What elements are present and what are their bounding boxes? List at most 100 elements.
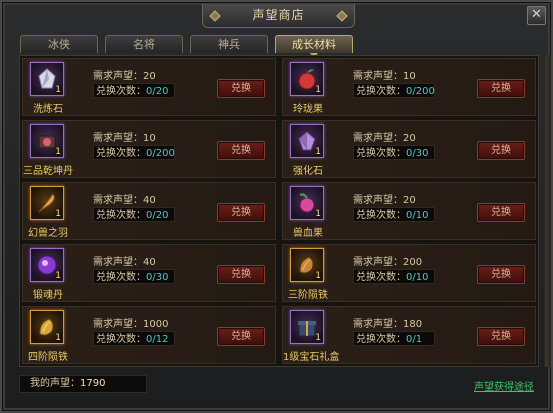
exchange-count: 兑换次数：0/30 [93, 269, 175, 284]
required-reputation-label: 需求声望： [93, 319, 143, 330]
exchange-count-value: 0/200 [146, 148, 175, 159]
exchange-count-value: 0/12 [146, 334, 169, 345]
exchange-count: 兑换次数：0/200 [93, 145, 175, 160]
exchange-button[interactable]: 兑换 [217, 79, 265, 98]
exchange-count-value: 0/1 [406, 334, 423, 345]
required-reputation-label: 需求声望： [93, 257, 143, 268]
exchange-count-label: 兑换次数： [356, 334, 406, 345]
window-title: 声望商店 [252, 8, 305, 22]
item-name: 三品乾坤丹 [23, 166, 73, 177]
item-slot[interactable]: 1 [30, 62, 64, 96]
exchange-count-box: 兑换次数：0/200 [93, 145, 175, 160]
exchange-count-box: 兑换次数：0/30 [93, 269, 175, 284]
item-slot[interactable]: 1 [30, 124, 64, 158]
item-name: 锻魂丹 [33, 290, 63, 301]
required-reputation: 需求声望：200 [353, 253, 422, 268]
exchange-count-label: 兑换次数： [96, 148, 146, 159]
exchange-count-value: 0/30 [146, 272, 169, 283]
exchange-count: 兑换次数：0/30 [353, 145, 435, 160]
exchange-count-value: 0/30 [406, 148, 429, 159]
scroll-thumb[interactable] [545, 55, 551, 367]
required-reputation-value: 40 [143, 195, 156, 206]
item-slot[interactable]: 1 [30, 248, 64, 282]
tab-growth-materials[interactable]: 成长材料 [275, 35, 353, 58]
required-reputation-value: 20 [143, 71, 156, 82]
scrollbar[interactable] [544, 55, 551, 367]
item-slot[interactable]: 1 [290, 248, 324, 282]
required-reputation-label: 需求声望： [353, 133, 403, 144]
exchange-count-value: 0/20 [146, 86, 169, 97]
exchange-count-box: 兑换次数：0/20 [93, 83, 175, 98]
exchange-button[interactable]: 兑换 [477, 265, 525, 284]
item-slot[interactable]: 1 [30, 310, 64, 344]
item-stack-count: 1 [55, 209, 61, 219]
item-name: 三阶陨铁 [288, 290, 328, 301]
title-ornament-right [336, 10, 348, 22]
item-name: 1级宝石礼盒 [283, 352, 340, 363]
item-row: 1 锻魂丹 需求声望：40 兑换次数：0/30 兑换 1 三阶陨铁 需求声望：200 兑换次数：… [20, 242, 538, 304]
tab-shenbing[interactable]: 神兵 [190, 35, 268, 53]
item-slot[interactable]: 1 [290, 310, 324, 344]
required-reputation-label: 需求声望： [353, 71, 403, 82]
shop-item-card: 1 三阶陨铁 需求声望：200 兑换次数：0/10 兑换 [282, 244, 536, 302]
item-stack-count: 1 [55, 333, 61, 343]
exchange-count-label: 兑换次数： [356, 210, 406, 221]
required-reputation-label: 需求声望： [353, 257, 403, 268]
exchange-count-box: 兑换次数：0/10 [353, 207, 435, 222]
exchange-count: 兑换次数：0/10 [353, 269, 435, 284]
exchange-button[interactable]: 兑换 [477, 141, 525, 160]
exchange-button[interactable]: 兑换 [477, 327, 525, 346]
required-reputation: 需求声望：180 [353, 315, 422, 330]
exchange-count-value: 0/20 [146, 210, 169, 221]
exchange-button[interactable]: 兑换 [477, 203, 525, 222]
required-reputation-label: 需求声望： [93, 71, 143, 82]
tab-mingjiang[interactable]: 名将 [105, 35, 183, 53]
reputation-source-link[interactable]: 声望获得途径 [474, 378, 534, 393]
item-slot[interactable]: 1 [290, 124, 324, 158]
exchange-count-label: 兑换次数： [96, 334, 146, 345]
required-reputation: 需求声望：20 [93, 67, 156, 82]
exchange-count-label: 兑换次数： [356, 86, 406, 97]
required-reputation-label: 需求声望： [93, 133, 143, 144]
exchange-count: 兑换次数：0/10 [353, 207, 435, 222]
item-stack-count: 1 [315, 147, 321, 157]
exchange-button[interactable]: 兑换 [217, 141, 265, 160]
required-reputation-value: 20 [403, 133, 416, 144]
shop-item-card: 1 幻兽之羽 需求声望：40 兑换次数：0/20 兑换 [22, 182, 276, 240]
item-row: 1 洗炼石 需求声望：20 兑换次数：0/20 兑换 1 玲珑果 需求声望：10 兑换次数：0/… [20, 56, 538, 118]
exchange-count-box: 兑换次数：0/12 [93, 331, 175, 346]
required-reputation-value: 10 [143, 133, 156, 144]
exchange-button[interactable]: 兑换 [217, 327, 265, 346]
shop-item-card: 1 洗炼石 需求声望：20 兑换次数：0/20 兑换 [22, 58, 276, 116]
exchange-count-box: 兑换次数：0/10 [353, 269, 435, 284]
exchange-button[interactable]: 兑换 [477, 79, 525, 98]
reputation-shop-window: 声望商店 ✕ 冰侠 名将 神兵 成长材料 1 洗炼石 需求声望：20 兑换次数：0/2… [0, 0, 553, 413]
item-slot[interactable]: 1 [30, 186, 64, 220]
tab-bar: 冰侠 名将 神兵 成长材料 [20, 35, 360, 58]
tab-bingxia[interactable]: 冰侠 [20, 35, 98, 53]
item-name: 玲珑果 [293, 104, 323, 115]
close-icon: ✕ [531, 7, 542, 22]
required-reputation-label: 需求声望： [93, 195, 143, 206]
item-row: 1 三品乾坤丹 需求声望：10 兑换次数：0/200 兑换 1 强化石 需求声望：20 兑换次数… [20, 118, 538, 180]
item-stack-count: 1 [55, 85, 61, 95]
required-reputation: 需求声望：20 [353, 129, 416, 144]
item-slot[interactable]: 1 [290, 186, 324, 220]
required-reputation: 需求声望：1000 [93, 315, 168, 330]
exchange-button[interactable]: 兑换 [217, 265, 265, 284]
item-name: 洗炼石 [33, 104, 63, 115]
item-stack-count: 1 [55, 271, 61, 281]
close-button[interactable]: ✕ [527, 6, 546, 25]
exchange-count-label: 兑换次数： [356, 148, 406, 159]
exchange-button[interactable]: 兑换 [217, 203, 265, 222]
exchange-count: 兑换次数：0/20 [93, 83, 175, 98]
item-stack-count: 1 [315, 85, 321, 95]
exchange-count-box: 兑换次数：0/200 [353, 83, 435, 98]
required-reputation-value: 40 [143, 257, 156, 268]
item-slot[interactable]: 1 [290, 62, 324, 96]
my-reputation: 我的声望：1790 [19, 375, 147, 393]
item-stack-count: 1 [55, 147, 61, 157]
required-reputation: 需求声望：10 [93, 129, 156, 144]
item-stack-count: 1 [315, 333, 321, 343]
exchange-count-value: 0/200 [406, 86, 435, 97]
